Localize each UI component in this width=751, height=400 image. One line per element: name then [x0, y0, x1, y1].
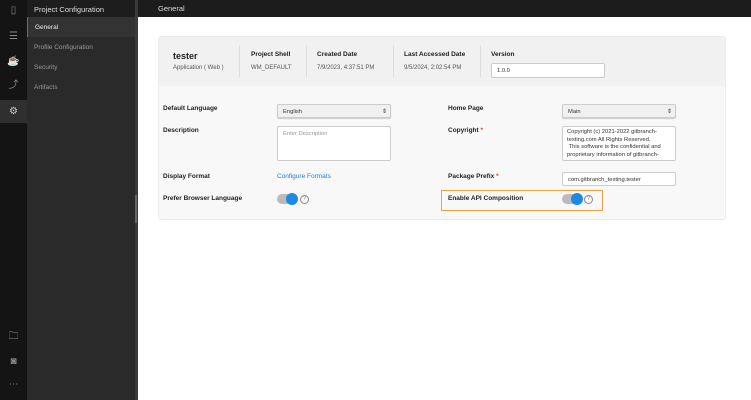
copyright-label-text: Copyright — [448, 127, 479, 134]
package-prefix-label-text: Package Prefix — [448, 173, 495, 180]
select-arrows-icon: ⇕ — [381, 109, 387, 115]
version-label: Version — [491, 51, 515, 58]
sidebar-item-security[interactable]: Security — [27, 57, 135, 77]
select-arrows-icon: ⇕ — [666, 109, 672, 115]
created-label: Created Date — [317, 51, 358, 58]
help-icon[interactable]: ? — [584, 195, 593, 204]
copyright-label: Copyright * — [448, 127, 483, 134]
prefer-browser-label: Prefer Browser Language — [163, 195, 243, 202]
shell-value: WM_DEFAULT — [251, 65, 292, 71]
accessed-label: Last Accessed Date — [404, 51, 466, 58]
icon-rail: ▯ ☰ ☕ ⤴ ⚙ 🗀 ◙ ⋯ — [0, 0, 27, 400]
description-label: Description — [163, 127, 199, 134]
shell-label: Project Shell — [251, 51, 291, 58]
database-icon[interactable]: ☰ — [7, 30, 20, 43]
default-language-value: English — [283, 109, 303, 115]
default-language-label: Default Language — [163, 105, 218, 112]
sidebar-title: Project Configuration — [27, 0, 135, 17]
flow-icon[interactable]: ⤴ — [7, 79, 20, 92]
package-prefix-input[interactable]: com.gitbranch_testing.tester — [562, 172, 676, 186]
folder-icon[interactable]: 🗀 — [7, 330, 20, 343]
project-name: tester — [173, 51, 198, 61]
sidebar: Project Configuration General Profile Co… — [27, 0, 135, 400]
required-mark: * — [480, 127, 484, 134]
api-composition-label: Enable API Composition — [448, 195, 524, 202]
project-type: Application ( Web ) — [173, 65, 224, 71]
sidebar-item-artifacts[interactable]: Artifacts — [27, 77, 135, 97]
more-icon[interactable]: ⋯ — [7, 378, 20, 391]
created-value: 7/9/2023, 4:37:51 PM — [317, 65, 375, 71]
display-format-label: Display Format — [163, 173, 210, 180]
project-meta: tester Application ( Web ) Project Shell… — [159, 37, 725, 86]
package-prefix-label: Package Prefix * — [448, 173, 499, 180]
required-mark: * — [496, 173, 499, 180]
configure-formats-link[interactable]: Configure Formats — [277, 173, 331, 180]
resize-handle[interactable] — [135, 195, 137, 223]
help-icon[interactable]: ? — [300, 195, 309, 204]
page-title: General — [158, 4, 185, 13]
home-page-label: Home Page — [448, 105, 484, 112]
sidebar-item-profile-configuration[interactable]: Profile Configuration — [27, 37, 135, 57]
description-textarea[interactable]: Enter Description — [277, 126, 391, 161]
coffee-icon[interactable]: ☕ — [7, 55, 20, 68]
prefer-browser-toggle[interactable] — [277, 193, 298, 205]
copyright-textarea[interactable]: Copyright (c) 2021-2022 gitbranch-testin… — [562, 126, 676, 161]
page-header: General — [138, 0, 751, 17]
page-icon[interactable]: ▯ — [7, 4, 20, 17]
archive-icon[interactable]: ◙ — [7, 355, 20, 368]
home-page-select[interactable]: Main ⇕ — [562, 104, 676, 118]
home-page-value: Main — [568, 109, 581, 115]
gear-icon[interactable]: ⚙ — [7, 105, 20, 118]
version-input[interactable]: 1.0.0 — [491, 63, 605, 78]
accessed-value: 9/5/2024, 2:02:54 PM — [404, 65, 462, 71]
default-language-select[interactable]: English ⇕ — [277, 104, 391, 118]
api-composition-toggle[interactable] — [562, 193, 583, 205]
sidebar-item-general[interactable]: General — [27, 17, 135, 37]
